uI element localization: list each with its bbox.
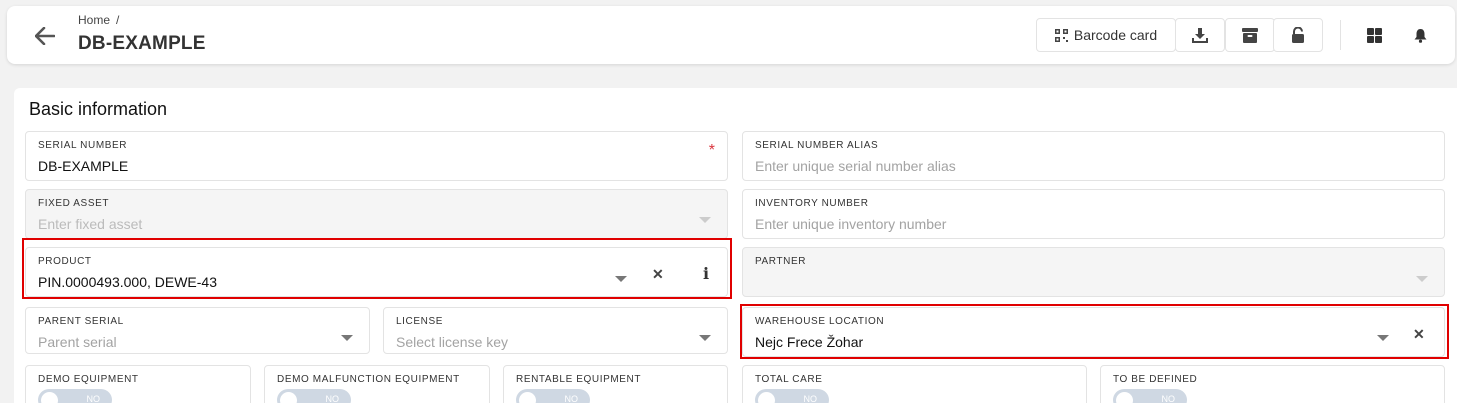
serial-alias-placeholder: Enter unique serial number alias [755,158,956,174]
warehouse-location-value: Nejc Frece Žohar [755,334,864,350]
unlock-button[interactable] [1273,18,1323,52]
inventory-number-placeholder: Enter unique inventory number [755,216,947,232]
total-care-field: TOTAL CARE NO [742,365,1087,403]
toolbar-divider [1340,20,1341,50]
layout-button[interactable] [1362,23,1386,47]
close-icon[interactable]: ✕ [652,266,664,283]
page-title: DB-EXAMPLE [78,33,206,54]
demo-equipment-label: DEMO EQUIPMENT [38,374,139,385]
archive-icon [1242,27,1258,43]
serial-alias-field[interactable]: SERIAL NUMBER ALIAS Enter unique serial … [742,131,1445,181]
total-care-toggle[interactable]: NO [755,389,829,403]
toggle-knob [758,392,775,403]
unlock-icon [1292,27,1304,43]
inventory-number-label: INVENTORY NUMBER [755,198,869,209]
chevron-down-icon [341,335,353,341]
back-button[interactable] [31,22,59,50]
download-button[interactable] [1175,18,1225,52]
parent-serial-label: PARENT SERIAL [38,316,124,327]
warehouse-location-select[interactable]: WAREHOUSE LOCATION Nejc Frece Žohar ✕ [742,307,1445,357]
toggle-state: NO [1161,394,1176,403]
rentable-equipment-label: RENTABLE EQUIPMENT [516,374,642,385]
barcode-card-button[interactable]: Barcode card [1036,18,1176,52]
serial-alias-label: SERIAL NUMBER ALIAS [755,140,879,151]
product-label: PRODUCT [38,256,92,267]
breadcrumb: Home / [78,13,119,27]
demo-malfunction-label: DEMO MALFUNCTION EQUIPMENT [277,374,460,385]
info-icon[interactable]: i [703,264,709,283]
partner-select[interactable]: PARTNER [742,247,1445,297]
toggle-state: NO [803,394,818,403]
fixed-asset-label: FIXED ASSET [38,198,110,209]
serial-number-label: SERIAL NUMBER [38,140,128,151]
download-icon [1192,28,1208,43]
warehouse-location-label: WAREHOUSE LOCATION [755,316,885,327]
toggle-knob [41,392,58,403]
toggle-state: NO [325,394,340,403]
chevron-down-icon [1416,276,1428,282]
chevron-down-icon[interactable] [615,276,627,282]
demo-malfunction-field: DEMO MALFUNCTION EQUIPMENT NO [264,365,490,403]
demo-equipment-field: DEMO EQUIPMENT NO [25,365,251,403]
parent-serial-placeholder: Parent serial [38,334,117,350]
license-label: LICENSE [396,316,443,327]
rentable-equipment-toggle[interactable]: NO [516,389,590,403]
to-be-defined-field: TO BE DEFINED NO [1100,365,1445,403]
chevron-down-icon[interactable] [1377,335,1389,341]
chevron-down-icon [699,217,711,223]
bell-icon [1414,28,1426,43]
toggle-state: NO [86,394,101,403]
partner-label: PARTNER [755,256,807,267]
chevron-down-icon [699,335,711,341]
qr-icon [1054,28,1068,42]
barcode-card-label: Barcode card [1073,27,1158,43]
archive-button[interactable] [1225,18,1275,52]
to-be-defined-toggle[interactable]: NO [1113,389,1187,403]
top-bar: Home / DB-EXAMPLE Barcode card [7,6,1455,64]
section-title: Basic information [29,99,168,119]
close-icon[interactable]: ✕ [1413,326,1425,343]
fixed-asset-select[interactable]: FIXED ASSET Enter fixed asset [25,189,728,239]
breadcrumb-separator: / [116,13,120,27]
to-be-defined-label: TO BE DEFINED [1113,374,1198,385]
inventory-number-field[interactable]: INVENTORY NUMBER Enter unique inventory … [742,189,1445,239]
serial-number-field[interactable]: SERIAL NUMBER DB-EXAMPLE * [25,131,728,181]
serial-number-value: DB-EXAMPLE [38,158,129,174]
toggle-knob [1116,392,1133,403]
required-marker: * [708,142,715,159]
toggle-state: NO [564,394,579,403]
grid-icon [1366,27,1382,43]
demo-equipment-toggle[interactable]: NO [38,389,112,403]
notifications-button[interactable] [1408,23,1432,47]
license-select[interactable]: LICENSE Select license key [383,307,728,354]
total-care-label: TOTAL CARE [755,374,823,385]
toggle-knob [519,392,536,403]
product-select[interactable]: PRODUCT PIN.0000493.000, DEWE-43 ✕ i [25,247,728,297]
arrow-left-icon [35,27,55,45]
demo-malfunction-toggle[interactable]: NO [277,389,351,403]
breadcrumb-home[interactable]: Home [78,13,110,27]
fixed-asset-placeholder: Enter fixed asset [38,216,143,232]
product-value: PIN.0000493.000, DEWE-43 [38,274,217,290]
rentable-equipment-field: RENTABLE EQUIPMENT NO [503,365,728,403]
toggle-knob [280,392,297,403]
parent-serial-select[interactable]: PARENT SERIAL Parent serial [25,307,370,354]
license-placeholder: Select license key [396,334,509,350]
